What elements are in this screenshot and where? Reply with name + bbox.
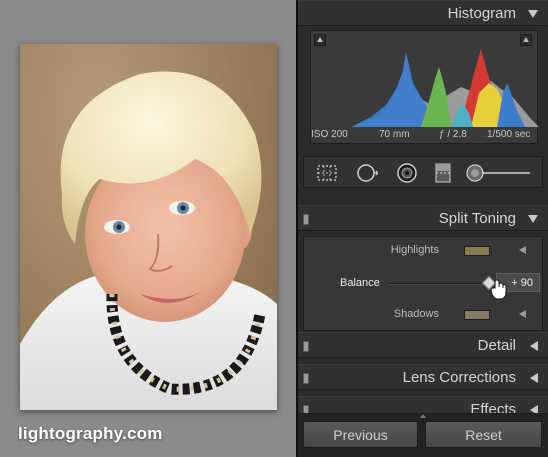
effects-title: Effects <box>470 401 516 414</box>
exif-info: ISO 200 70 mm ƒ / 2.8 1/500 sec <box>311 129 539 143</box>
hand-cursor-icon <box>490 279 507 300</box>
balance-row: Balance + 90 <box>304 273 544 300</box>
detail-header[interactable]: Detail <box>298 332 548 358</box>
collapse-triangle-icon[interactable] <box>528 10 538 18</box>
adjustment-brush-icon[interactable] <box>464 162 534 184</box>
panel-toggle-switch[interactable] <box>303 214 309 225</box>
shadows-expand-icon[interactable] <box>519 310 526 318</box>
lens-corrections-title: Lens Corrections <box>402 369 516 386</box>
bottom-button-bar: Previous Reset <box>298 414 548 457</box>
split-toning-title: Split Toning <box>438 210 516 227</box>
photo-preview[interactable] <box>20 44 277 410</box>
shadows-label: Shadows <box>393 308 439 320</box>
highlights-expand-icon[interactable] <box>519 246 526 254</box>
panel-scroll-indicator-icon <box>420 414 426 418</box>
histogram-title: Histogram <box>447 5 516 22</box>
shutter-speed-value: 1/500 sec <box>487 129 531 140</box>
spot-removal-icon[interactable] <box>356 162 379 184</box>
histogram-graph <box>311 49 539 127</box>
effects-header[interactable]: Effects <box>298 396 548 414</box>
iso-value: ISO 200 <box>311 129 348 140</box>
panel-toggle-switch[interactable] <box>303 373 309 384</box>
expand-triangle-icon[interactable] <box>530 341 538 351</box>
balance-slider-track[interactable] <box>389 283 494 285</box>
split-toning-panel: Highlights Balance + 90 Shadows <box>303 236 543 331</box>
right-panel: Histogram ISO 200 70 mm ƒ / 2.8 1/500 se… <box>298 0 548 457</box>
highlight-clipping-icon[interactable] <box>520 34 532 46</box>
focal-length-value: 70 mm <box>379 129 410 140</box>
balance-label: Balance <box>340 277 380 289</box>
crop-overlay-icon[interactable] <box>316 162 338 184</box>
reset-button[interactable]: Reset <box>425 421 542 448</box>
shadows-color-swatch[interactable] <box>464 310 490 320</box>
shadows-row: Shadows <box>304 305 544 325</box>
highlights-row: Highlights <box>304 241 544 261</box>
detail-title: Detail <box>477 337 516 354</box>
aperture-value: ƒ / 2.8 <box>439 129 467 140</box>
histogram-header[interactable]: Histogram <box>298 0 548 26</box>
highlights-label: Highlights <box>390 244 439 256</box>
highlights-color-swatch[interactable] <box>464 246 490 256</box>
tool-strip <box>303 156 543 188</box>
portrait-photo <box>20 71 277 410</box>
histogram-display[interactable]: ISO 200 70 mm ƒ / 2.8 1/500 sec <box>310 30 539 144</box>
shadow-clipping-icon[interactable] <box>314 34 326 46</box>
red-eye-correction-icon[interactable] <box>396 162 418 184</box>
graduated-filter-icon[interactable] <box>432 162 454 184</box>
expand-triangle-icon[interactable] <box>530 405 538 413</box>
collapse-triangle-icon[interactable] <box>528 215 538 223</box>
lens-corrections-header[interactable]: Lens Corrections <box>298 364 548 390</box>
watermark-text: lightography.com <box>18 424 163 443</box>
image-preview-area: lightography.com <box>0 0 296 457</box>
panel-toggle-switch[interactable] <box>303 341 309 352</box>
split-toning-header[interactable]: Split Toning <box>298 205 548 231</box>
expand-triangle-icon[interactable] <box>530 373 538 383</box>
panel-toggle-switch[interactable] <box>303 405 309 413</box>
previous-button[interactable]: Previous <box>303 421 418 448</box>
